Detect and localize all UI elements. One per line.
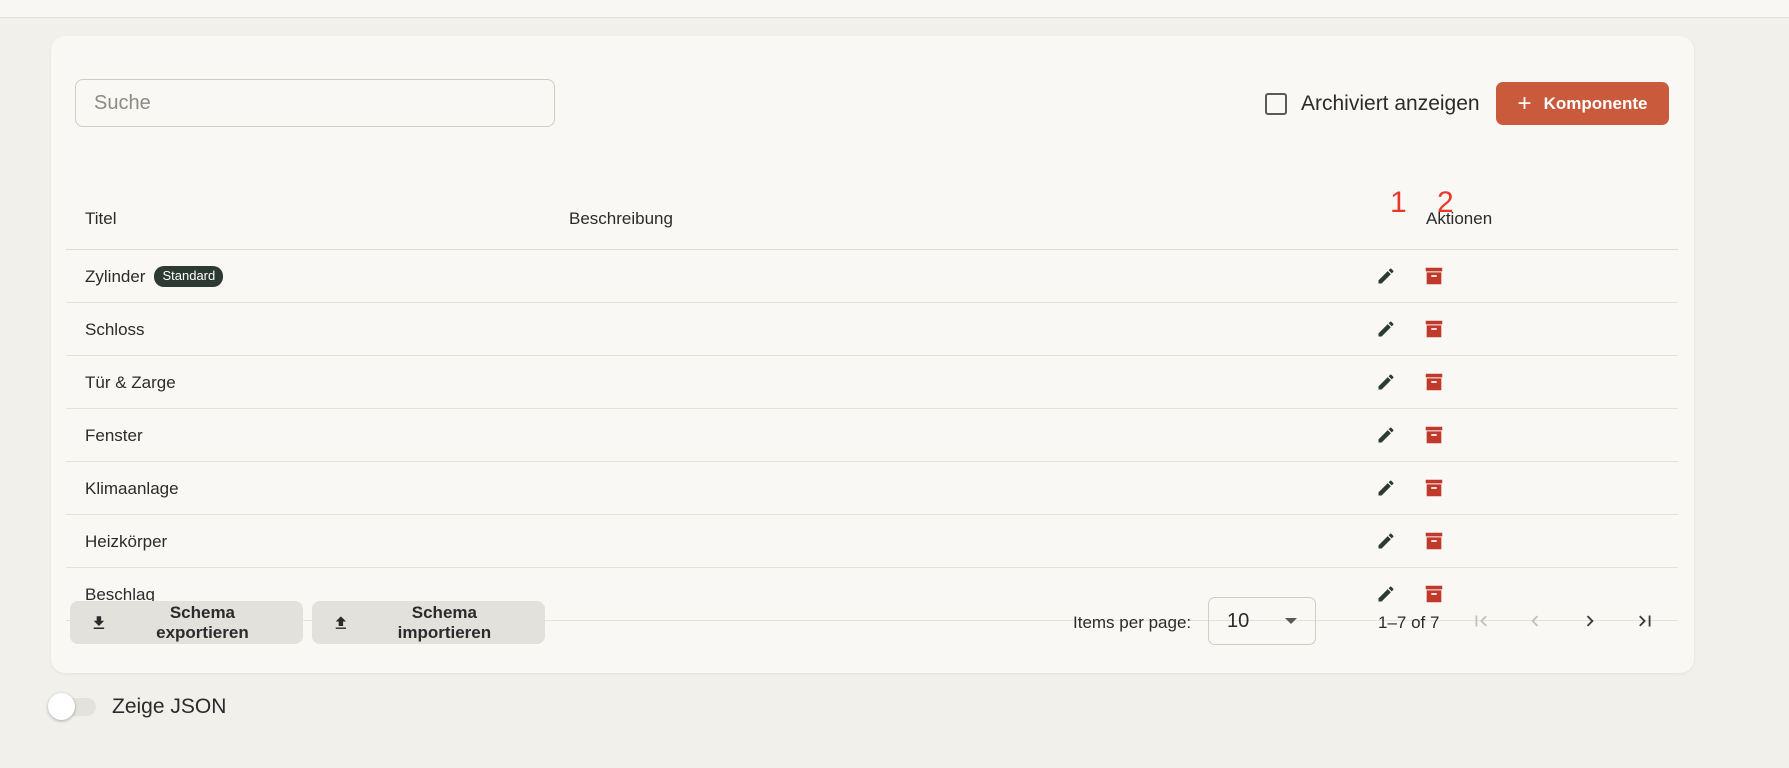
edit-button[interactable] — [1374, 370, 1398, 394]
table-row: Tür & Zarge — [66, 356, 1678, 409]
archive-button[interactable] — [1422, 582, 1446, 606]
archive-icon — [1425, 479, 1443, 497]
export-schema-label: Schema exportieren — [156, 602, 249, 642]
pencil-icon — [1378, 586, 1394, 602]
top-bar — [0, 0, 1789, 18]
caret-down-icon — [1285, 618, 1297, 624]
pencil-icon — [1378, 321, 1394, 337]
row-title: Klimaanlage — [85, 478, 179, 498]
pencil-icon — [1378, 427, 1394, 443]
next-page-button[interactable] — [1574, 605, 1606, 637]
archive-button[interactable] — [1422, 423, 1446, 447]
import-schema-label: Schema importieren — [397, 602, 492, 642]
cell-title: Fenster — [85, 409, 143, 462]
archive-button[interactable] — [1422, 529, 1446, 553]
components-card: Archiviert anzeigen + Komponente Titel B… — [51, 36, 1694, 673]
column-header-actions: Aktionen — [1426, 209, 1493, 228]
cell-title: Klimaanlage — [85, 462, 179, 515]
standard-badge: Standard — [154, 266, 224, 287]
items-per-page-label: Items per page: — [1073, 613, 1192, 632]
edit-button[interactable] — [1374, 529, 1398, 553]
column-header-title: Titel — [85, 209, 117, 228]
table-row: Heizkörper — [66, 515, 1678, 568]
archive-icon — [1425, 426, 1443, 444]
table-row: Zylinder Standard — [66, 250, 1678, 303]
table-row: Fenster — [66, 409, 1678, 462]
row-title: Fenster — [85, 425, 143, 445]
add-component-label: Komponente — [1543, 93, 1648, 113]
cell-title: Zylinder Standard — [85, 250, 224, 303]
column-header-description: Beschreibung — [569, 209, 673, 228]
pagination-range: 1–7 of 7 — [1378, 613, 1440, 632]
upload-icon — [335, 615, 347, 629]
show-json-toggle[interactable]: Zeige JSON — [48, 693, 227, 720]
items-per-page-select[interactable]: 10 — [1208, 597, 1316, 645]
previous-page-button[interactable] — [1519, 605, 1551, 637]
edit-button[interactable] — [1374, 423, 1398, 447]
items-per-page-value: 10 — [1227, 609, 1250, 632]
import-schema-button[interactable]: Schema importieren — [312, 601, 545, 644]
export-schema-button[interactable]: Schema exportieren — [70, 601, 303, 644]
chevron-right-icon — [1586, 615, 1594, 627]
archive-icon — [1425, 532, 1443, 550]
toggle-track[interactable] — [48, 693, 96, 720]
toggle-knob[interactable] — [48, 693, 75, 720]
checkbox-box[interactable] — [1265, 93, 1287, 115]
annotation-marker-archive: 2 — [1437, 186, 1454, 219]
edit-button[interactable] — [1374, 317, 1398, 341]
archive-icon — [1425, 585, 1443, 603]
last-page-icon — [1639, 615, 1651, 627]
show-json-label: Zeige JSON — [112, 695, 227, 718]
first-page-icon — [1475, 615, 1487, 627]
archive-button[interactable] — [1422, 370, 1446, 394]
search-input[interactable] — [75, 79, 555, 127]
last-page-button[interactable] — [1629, 605, 1661, 637]
cell-title: Schloss — [85, 303, 145, 356]
row-title: Heizkörper — [85, 531, 168, 551]
pencil-icon — [1378, 268, 1394, 284]
show-archived-label: Archiviert anzeigen — [1301, 92, 1480, 115]
table-row: Schloss — [66, 303, 1678, 356]
row-title: Schloss — [85, 319, 145, 339]
annotation-marker-edit: 1 — [1390, 186, 1407, 219]
row-title: Tür & Zarge — [85, 372, 176, 392]
archive-icon — [1425, 320, 1443, 338]
archive-icon — [1425, 373, 1443, 391]
add-component-button[interactable]: + Komponente — [1496, 82, 1669, 125]
row-title: Zylinder — [85, 266, 146, 286]
pencil-icon — [1378, 533, 1394, 549]
pencil-icon — [1378, 480, 1394, 496]
archive-button[interactable] — [1422, 317, 1446, 341]
components-table: Titel Beschreibung Aktionen Zylinder Sta… — [66, 169, 1678, 621]
edit-button[interactable] — [1374, 582, 1398, 606]
chevron-left-icon — [1531, 615, 1539, 627]
show-archived-checkbox[interactable]: Archiviert anzeigen — [1265, 91, 1480, 117]
edit-button[interactable] — [1374, 264, 1398, 288]
archive-button[interactable] — [1422, 476, 1446, 500]
download-icon — [93, 615, 105, 629]
archive-button[interactable] — [1422, 264, 1446, 288]
pencil-icon — [1378, 374, 1394, 390]
archive-icon — [1425, 267, 1443, 285]
plus-icon: + — [1517, 89, 1532, 117]
edit-button[interactable] — [1374, 476, 1398, 500]
cell-title: Heizkörper — [85, 515, 167, 568]
first-page-button[interactable] — [1465, 605, 1497, 637]
cell-title: Tür & Zarge — [85, 356, 176, 409]
table-row: Klimaanlage — [66, 462, 1678, 515]
